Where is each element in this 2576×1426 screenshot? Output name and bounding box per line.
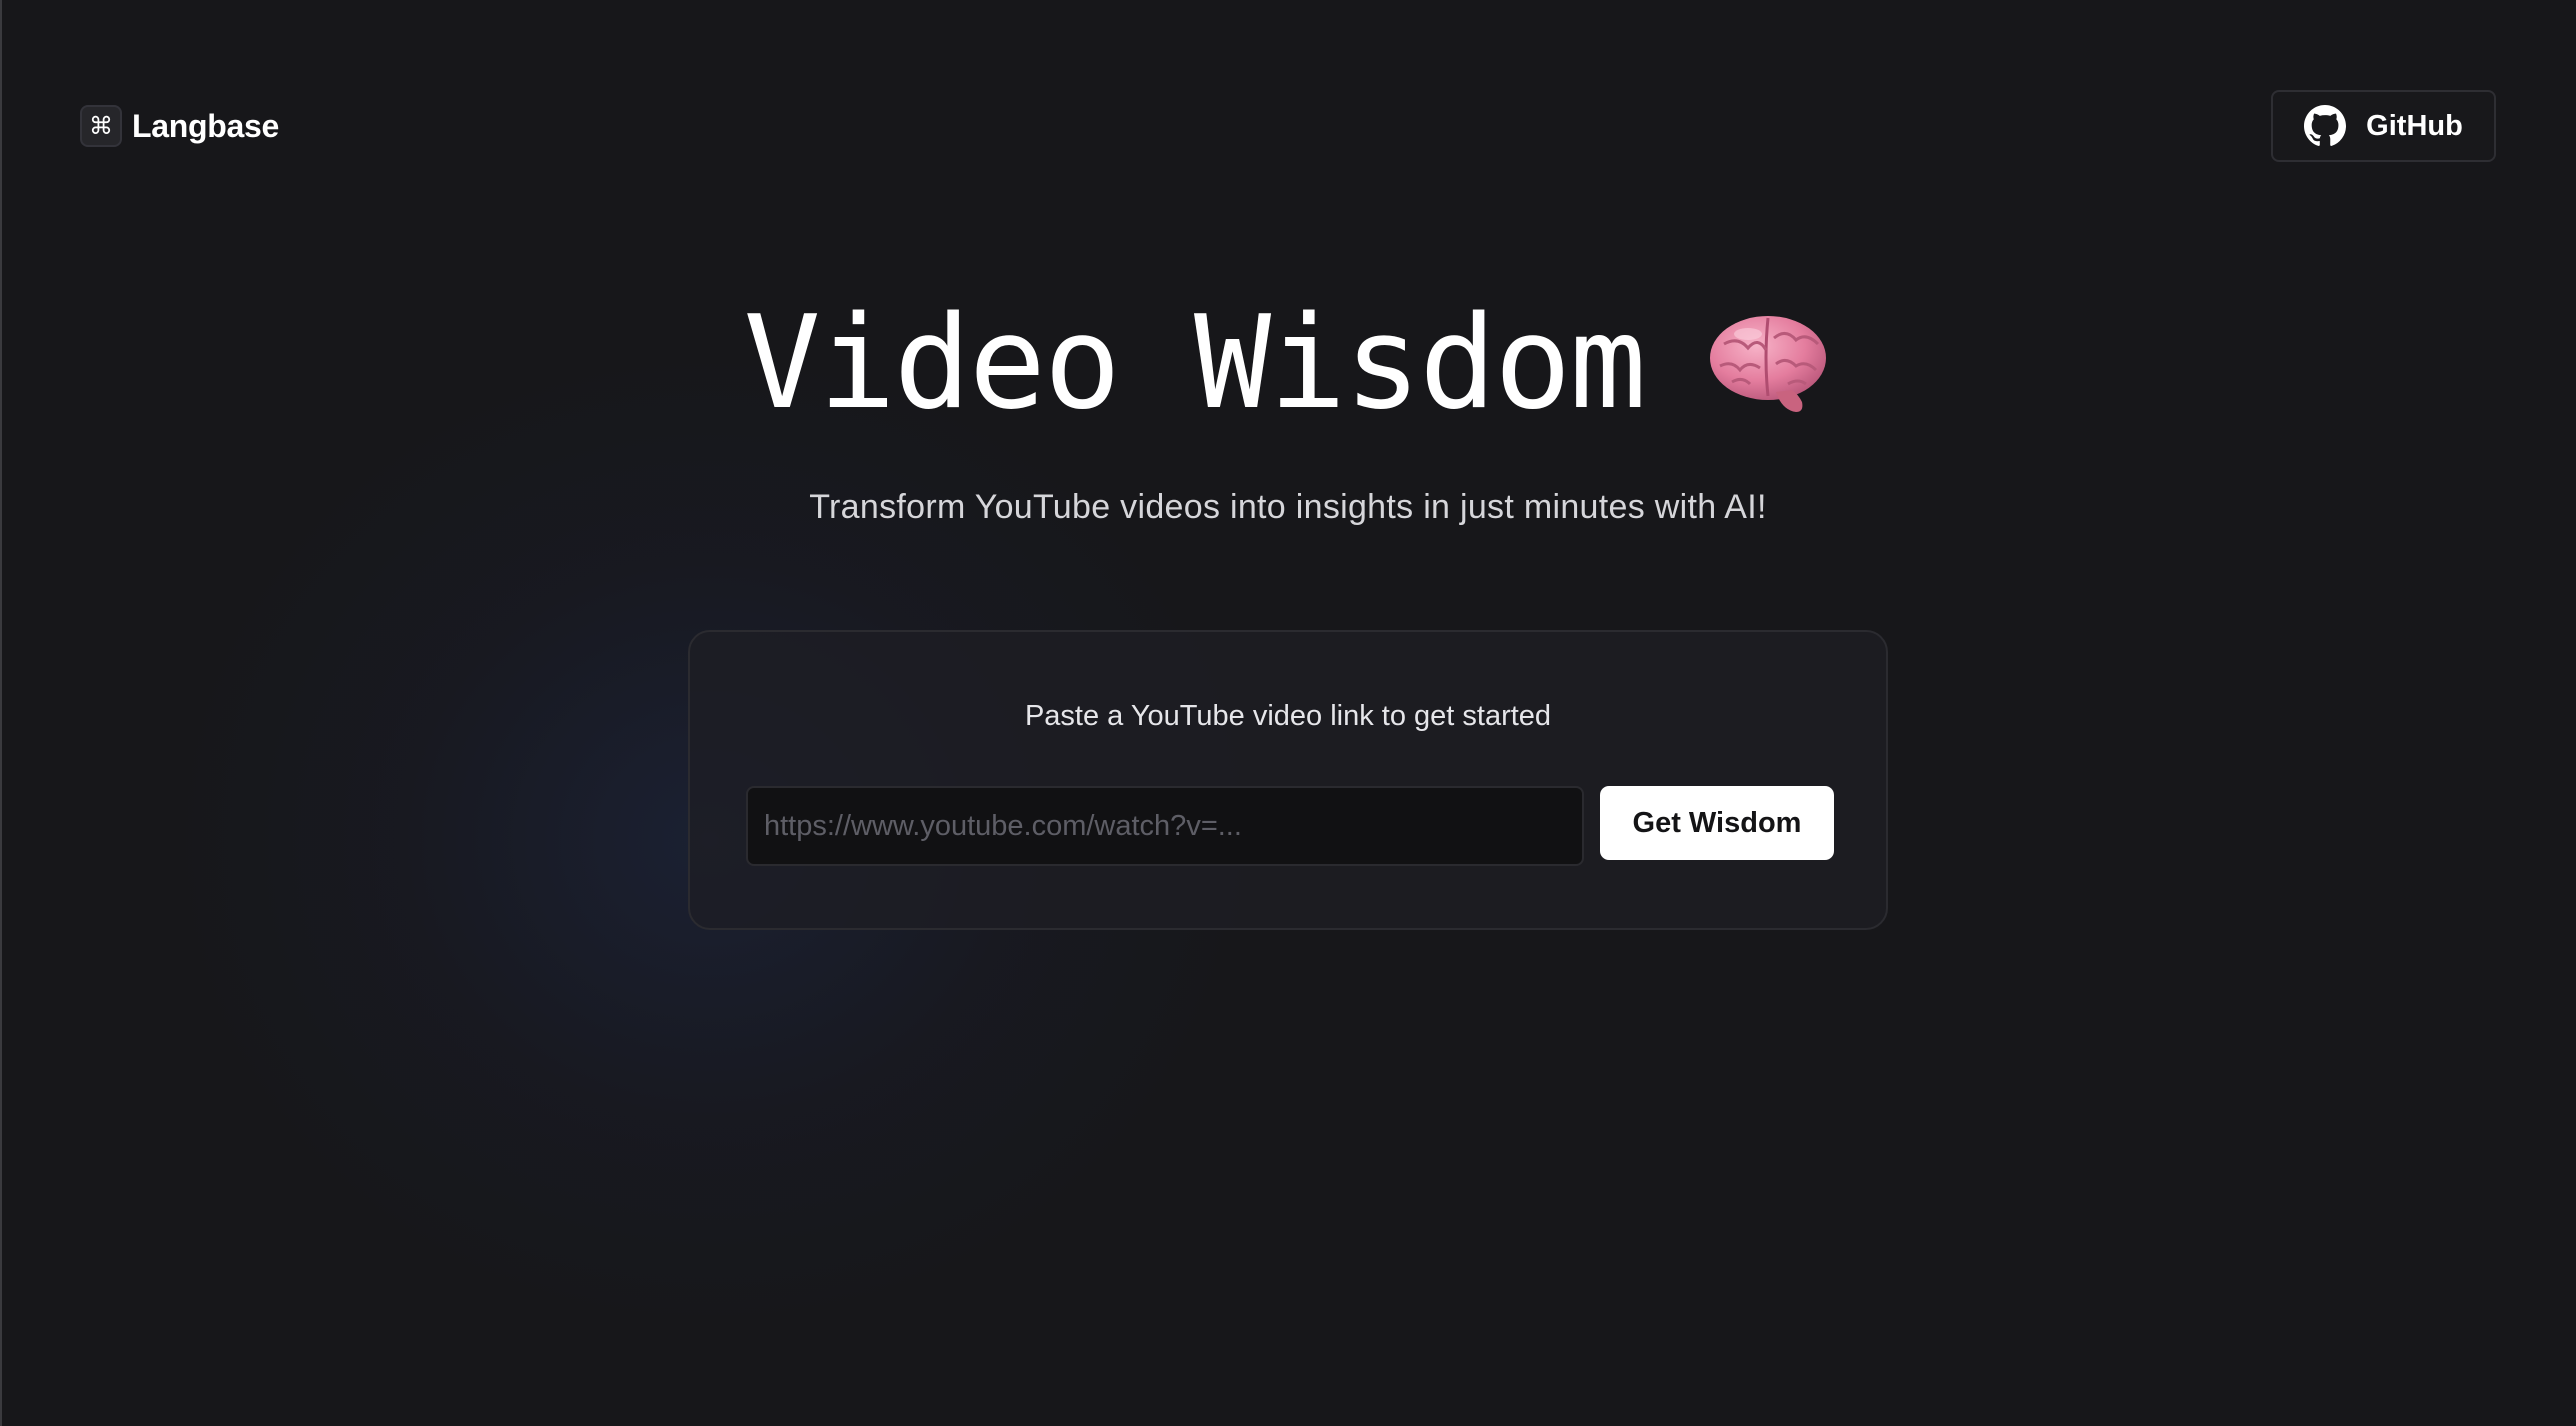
github-icon: [2304, 105, 2347, 147]
youtube-url-input[interactable]: [746, 786, 1584, 866]
github-button[interactable]: GitHub: [2271, 90, 2496, 162]
brand-link[interactable]: ⌘ Langbase: [80, 104, 279, 148]
brain-icon: [1704, 308, 1832, 420]
card-prompt: Paste a YouTube video link to get starte…: [1024, 700, 1552, 732]
get-wisdom-button[interactable]: Get Wisdom: [1600, 786, 1834, 860]
hero-subtitle: Transform YouTube videos into insights i…: [809, 488, 1767, 526]
brand-name: Langbase: [132, 107, 279, 144]
hero-title-row: Video Wisdom: [0, 300, 2576, 428]
url-form-card: Paste a YouTube video link to get starte…: [688, 630, 1888, 930]
command-icon: ⌘: [80, 105, 122, 147]
github-label: GitHub: [2366, 109, 2463, 142]
window-edge: [0, 0, 2, 1426]
page-title: Video Wisdom: [743, 289, 1647, 438]
